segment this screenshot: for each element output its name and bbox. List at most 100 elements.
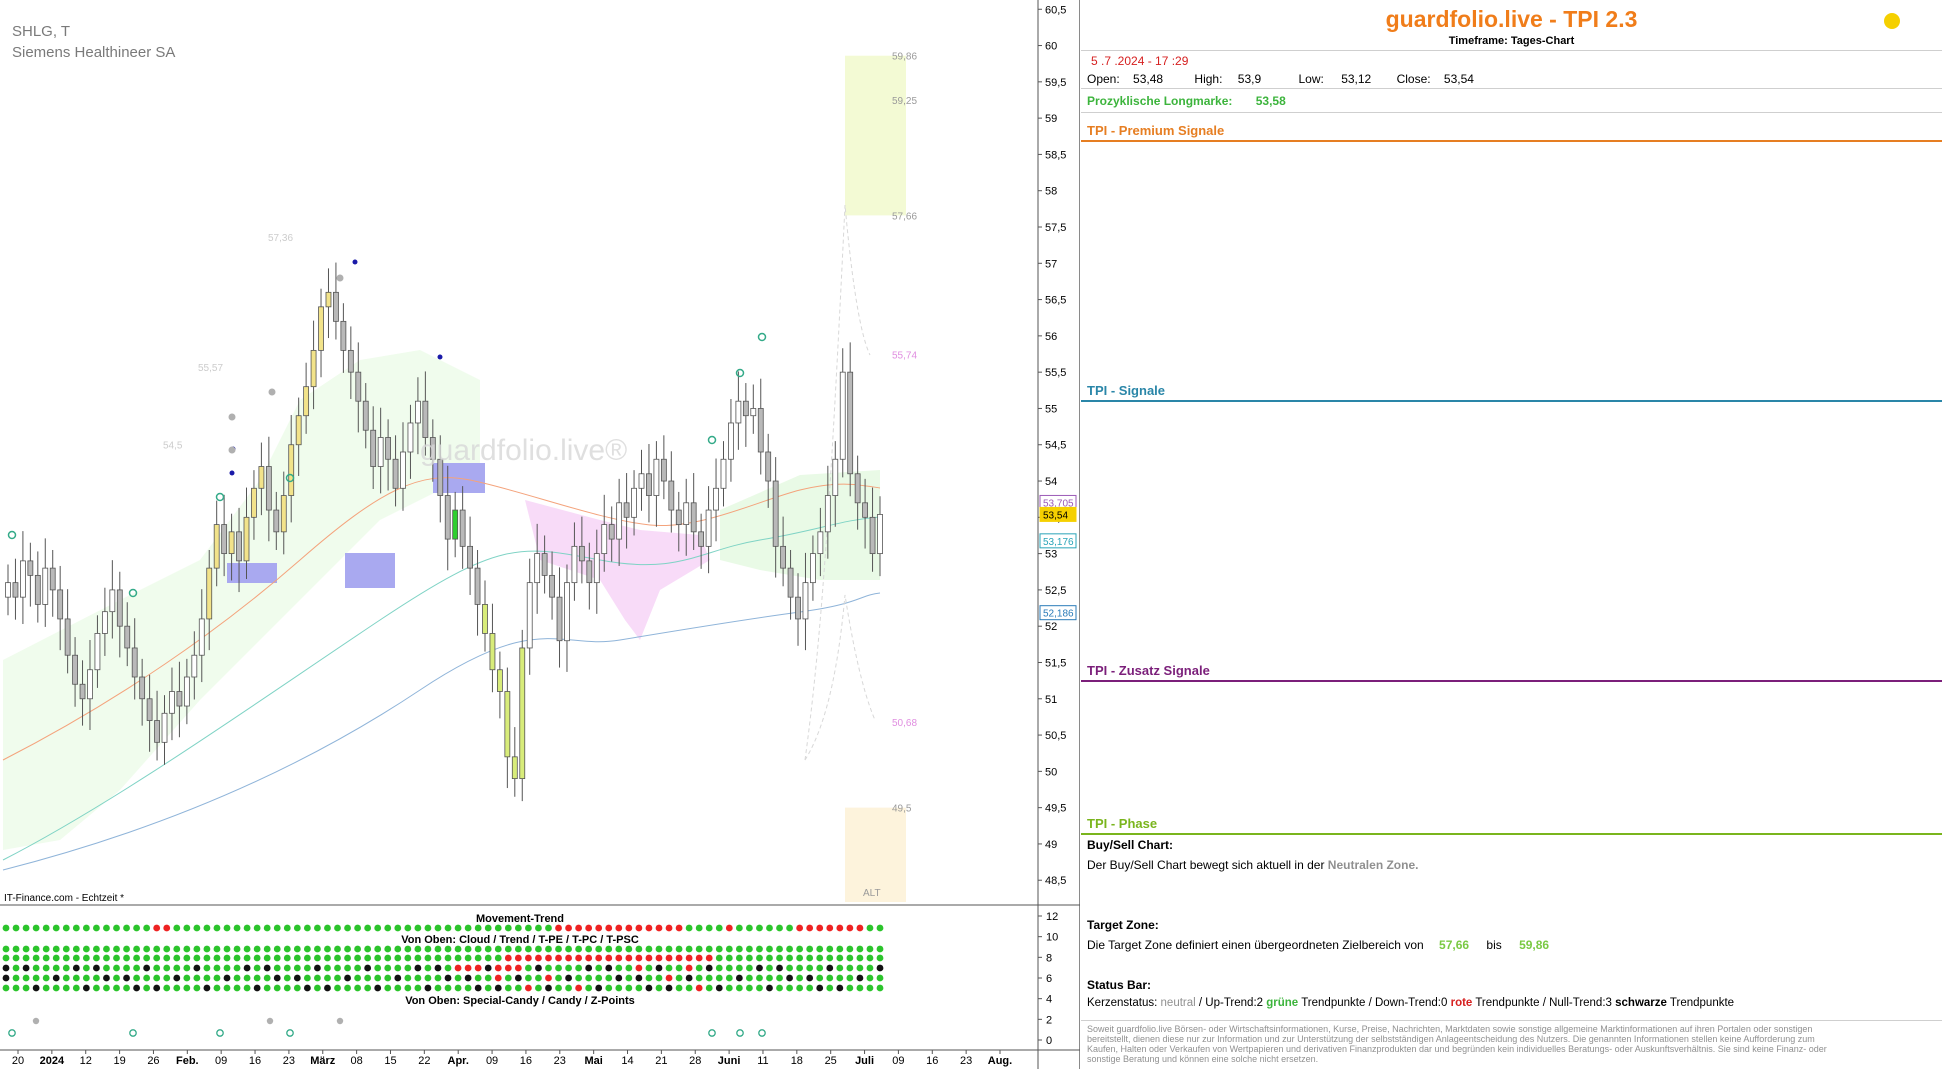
indicator-dot: [655, 984, 663, 992]
indicator-dot: [394, 974, 402, 982]
indicator-dot: [334, 984, 341, 992]
indicator-dot: [293, 974, 301, 982]
indicator-dot: [153, 945, 161, 953]
indicator-dot: [756, 945, 763, 953]
candle: [787, 567, 794, 598]
status-dot-icon: [1884, 13, 1900, 29]
indicator-dot: [193, 945, 201, 953]
indicator-dot: [746, 945, 753, 953]
indicator-dot: [93, 945, 100, 953]
indicator-dot: [404, 924, 412, 932]
candle: [839, 371, 846, 460]
indicator-dot: [464, 974, 472, 982]
indicator-dot: [746, 954, 753, 962]
indicator-dot: [695, 964, 703, 972]
indicator-dot: [796, 924, 804, 932]
indicator-dot: [223, 964, 231, 972]
indicator-dot: [715, 964, 723, 972]
indicator-dot: [685, 924, 693, 932]
indicator-dot: [374, 974, 382, 982]
indicator-dot: [283, 984, 291, 992]
indicator-dot: [344, 964, 351, 972]
indicator-dot: [826, 924, 834, 932]
indicator-dot: [826, 974, 834, 982]
candlestick-chart[interactable]: 60,56059,55958,55857,55756,55655,55554,5…: [0, 0, 1080, 1069]
indicator-dot: [504, 954, 512, 962]
x-tick-label: 09: [892, 1055, 904, 1067]
indicator-dot: [22, 974, 30, 982]
indicator-dot: [786, 954, 793, 962]
indicator-dot: [735, 974, 743, 982]
indicator-dot: [414, 924, 422, 932]
indicator-dot: [62, 964, 70, 972]
y-tick-label: 57,5: [1045, 222, 1066, 234]
indicator-dot: [786, 945, 793, 953]
x-tick-label: 21: [655, 1055, 667, 1067]
target-text: Die Target Zone definiert einen übergeor…: [1087, 938, 1549, 952]
indicator-dot: [635, 954, 643, 962]
indicator-dot: [836, 924, 844, 932]
indicator-dot: [535, 974, 542, 982]
quote-datetime: 5 .7 .2024 - 17 :29: [1091, 54, 1189, 68]
indicator-dot: [665, 974, 673, 982]
divider: [1081, 1020, 1942, 1021]
candle: [169, 691, 175, 714]
indicator-dot: [715, 954, 723, 962]
indicator-dot: [32, 924, 40, 932]
indicator-dot: [82, 974, 90, 982]
indicator-dot: [675, 964, 683, 972]
candle: [228, 531, 235, 555]
indicator-dot: [484, 924, 492, 932]
indicator-dot: [253, 924, 261, 932]
indicator-dot: [444, 964, 452, 972]
indicator-dot: [615, 924, 623, 932]
level-label: 55,74: [892, 351, 917, 362]
indicator-dot: [575, 964, 583, 972]
indicator-dot: [665, 984, 673, 992]
indicator-dot: [786, 964, 793, 972]
indicator-dot: [836, 945, 844, 953]
indicator-dot: [424, 974, 432, 982]
indicator-dot: [253, 945, 261, 953]
indicator-dot: [93, 924, 100, 932]
x-tick-label: 23: [554, 1055, 566, 1067]
indicator-dot: [535, 984, 542, 992]
indicator-dot: [685, 984, 693, 992]
indicator-dot: [766, 984, 773, 992]
indicator-dot: [524, 974, 532, 982]
indicator-dot: [293, 924, 301, 932]
indicator-dot: [354, 974, 362, 982]
candle: [87, 669, 93, 700]
indicator-dot: [766, 945, 773, 953]
indicator-dot: [725, 954, 733, 962]
box-blue: [227, 563, 277, 583]
indicator-dot: [143, 964, 151, 972]
indicator-dot: [253, 984, 261, 992]
candle: [243, 516, 250, 562]
indicator-dot: [615, 964, 623, 972]
candle: [489, 633, 496, 671]
y-tick-label: 59: [1045, 113, 1057, 125]
indicator-dot: [766, 964, 773, 972]
indicator-dot: [153, 974, 161, 982]
indicator-dot: [32, 984, 40, 992]
indicator-dot: [183, 964, 191, 972]
indicator-dot: [42, 924, 50, 932]
indicator-dot: [82, 984, 90, 992]
indicator-dot: [454, 964, 462, 972]
indicator-dot: [846, 964, 854, 972]
indicator-dot: [876, 984, 884, 992]
indicator-dot: [223, 924, 231, 932]
indicator-dot: [836, 984, 844, 992]
indicator-dot: [2, 945, 10, 953]
indicator-dot: [474, 964, 482, 972]
indicator-dot: [2, 954, 10, 962]
candle: [131, 647, 138, 678]
indicator-dot: [103, 984, 110, 992]
indicator-dot: [314, 945, 321, 953]
indicator-dot: [484, 964, 492, 972]
candle: [221, 524, 228, 555]
indicator-dot: [735, 954, 743, 962]
candle: [683, 502, 690, 525]
indicator-dot: [474, 945, 482, 953]
